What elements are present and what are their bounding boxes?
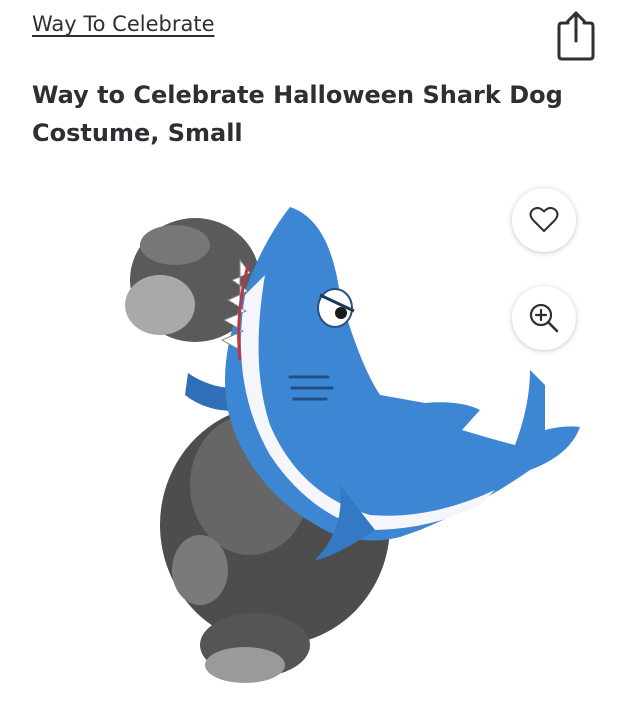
shark-pupil [335, 307, 347, 319]
zoom-button[interactable] [512, 286, 576, 350]
zoom-in-icon [529, 303, 559, 333]
favorite-button[interactable] [512, 188, 576, 252]
dog-muzzle [125, 275, 195, 335]
dog-front-leg [172, 535, 228, 605]
product-title: Way to Celebrate Halloween Shark Dog Cos… [32, 81, 563, 147]
share-button[interactable] [551, 9, 601, 63]
heart-outline-icon [529, 206, 559, 232]
shark-costume [225, 207, 580, 541]
dog-ear [140, 225, 210, 265]
product-image[interactable] [100, 185, 600, 690]
brand-link[interactable]: Way To Celebrate [32, 12, 215, 36]
share-icon [557, 11, 595, 61]
dog-paw [205, 647, 285, 683]
